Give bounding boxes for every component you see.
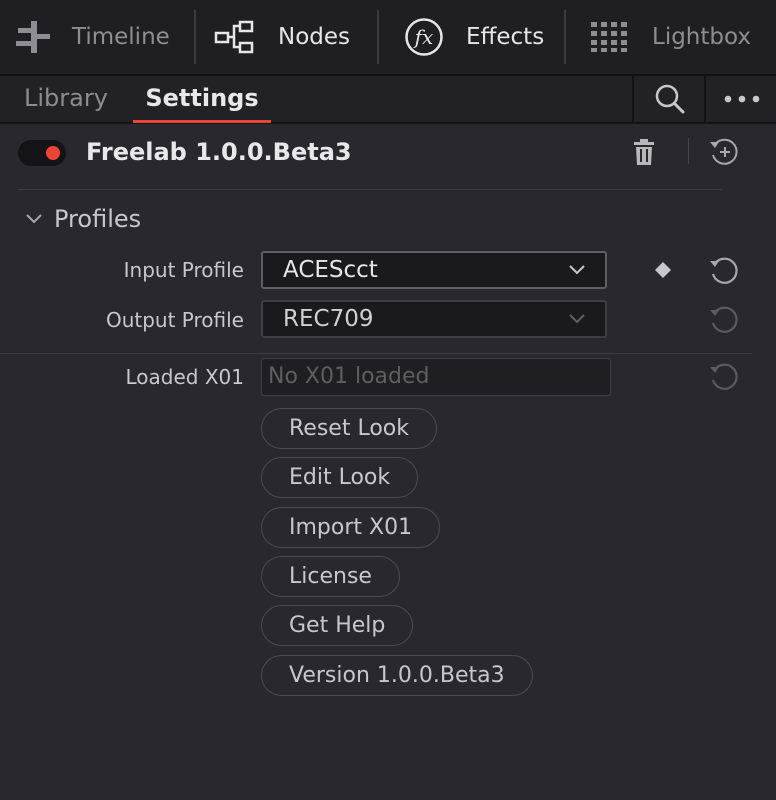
delete-button[interactable] [632,138,656,170]
output-profile-label: Output Profile [105,308,244,332]
plugin-enable-toggle[interactable] [18,140,66,166]
plugin-reset-button[interactable] [708,137,740,171]
toggle-indicator-dot [46,146,60,160]
plugin-title: Freelab 1.0.0.Beta3 [86,138,352,166]
get-help-button[interactable]: Get Help [261,605,414,646]
search-button[interactable] [632,76,706,122]
more-options-button[interactable] [704,76,776,122]
header-separator [688,138,689,164]
timeline-icon [16,21,50,53]
chevron-down-icon [569,314,585,324]
chevron-down-icon [26,214,42,224]
profiles-section-toggle[interactable]: Profiles [24,204,141,234]
import-x01-button[interactable]: Import X01 [261,507,441,548]
input-profile-value: ACEScct [283,257,378,283]
tab-lightbox-label: Lightbox [652,24,751,50]
section-divider [18,189,722,190]
reset-icon [710,306,738,333]
license-button[interactable]: License [261,556,400,597]
tab-effects-label: Effects [466,24,545,50]
tab-nodes-label: Nodes [278,24,351,50]
diamond-keyframe-icon [655,262,671,278]
search-icon [655,84,685,114]
fx-icon: fx [405,18,443,56]
loaded-x01-label: Loaded X01 [125,365,245,389]
tab-lightbox[interactable]: Lightbox [566,0,776,74]
keyframe-button[interactable] [653,260,673,284]
tab-timeline-label: Timeline [72,24,170,50]
tab-settings[interactable]: Settings [133,76,271,123]
loaded-x01-reset-button[interactable] [708,362,740,396]
profiles-section-title: Profiles [54,205,142,233]
nodes-icon [214,20,254,54]
input-profile-dropdown[interactable]: ACEScct [261,251,607,289]
input-profile-reset-button[interactable] [708,256,740,290]
row-divider [0,353,752,354]
sub-tab-bar: Library Settings [0,76,776,124]
tab-timeline[interactable]: Timeline [0,0,194,74]
tab-nodes[interactable]: Nodes [196,0,377,74]
output-profile-dropdown[interactable]: REC709 [261,300,607,338]
version-button[interactable]: Version 1.0.0.Beta3 [261,655,533,696]
output-profile-reset-button[interactable] [708,305,740,339]
plugin-header: Freelab 1.0.0.Beta3 [0,124,776,186]
svg-text:fx: fx [413,25,434,49]
more-dots-icon [724,95,760,103]
top-tab-bar: Timeline Nodes fx Effects Lightbox [0,0,776,76]
reset-look-button[interactable]: Reset Look [261,408,437,449]
reset-icon [710,257,738,284]
loaded-x01-field: No X01 loaded [261,358,611,396]
input-profile-label: Input Profile [123,258,244,282]
trash-icon [634,139,654,165]
lightbox-grid-icon [591,22,627,52]
reset-add-icon [710,138,738,165]
chevron-down-icon [569,265,585,275]
reset-icon [710,363,738,390]
output-profile-value: REC709 [283,306,374,332]
tab-effects[interactable]: fx Effects [379,0,564,74]
tab-library[interactable]: Library [24,76,108,122]
edit-look-button[interactable]: Edit Look [261,457,419,498]
